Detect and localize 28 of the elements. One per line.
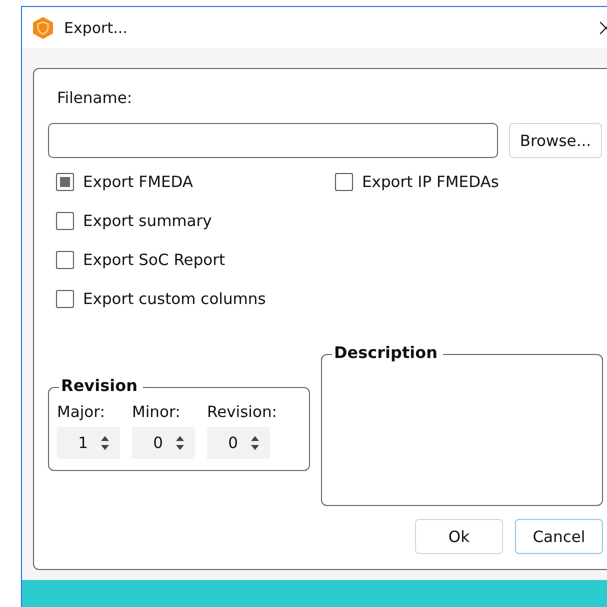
spin-box[interactable]: 0: [207, 427, 270, 459]
up-down-arrows-icon[interactable]: [175, 435, 185, 451]
spin-label: Minor:: [132, 403, 180, 421]
browse-button[interactable]: Browse...: [509, 123, 602, 158]
checkbox[interactable]: [56, 173, 74, 191]
checkbox-label: Export SoC Report: [83, 251, 226, 269]
dialog-button[interactable]: Ok: [415, 519, 503, 554]
window-title: Export...: [64, 18, 128, 36]
filename-field[interactable]: [48, 123, 498, 158]
checkbox-label: Export summary: [83, 212, 212, 230]
up-down-arrows-icon[interactable]: [250, 435, 260, 451]
dialog-button[interactable]: Cancel: [515, 519, 603, 554]
up-down-arrows-icon[interactable]: [100, 435, 110, 451]
checkbox[interactable]: [56, 212, 74, 230]
close-icon[interactable]: [600, 20, 607, 34]
checkbox[interactable]: [335, 173, 353, 191]
checkbox[interactable]: [56, 251, 74, 269]
filename-label: Filename:: [57, 89, 134, 109]
checkbox-label: Export IP FMEDAs: [362, 173, 499, 191]
spin-box[interactable]: 0: [132, 427, 195, 459]
checkbox[interactable]: [56, 290, 74, 308]
checkbox-label: Export custom columns: [83, 290, 266, 308]
app-logo-icon: [32, 16, 54, 40]
spin-label: Revision:: [207, 403, 277, 421]
group-title: Description: [332, 343, 444, 362]
spin-label: Major:: [57, 403, 105, 421]
spin-box[interactable]: 1: [57, 427, 120, 459]
checkbox-label: Export FMEDA: [83, 173, 194, 191]
